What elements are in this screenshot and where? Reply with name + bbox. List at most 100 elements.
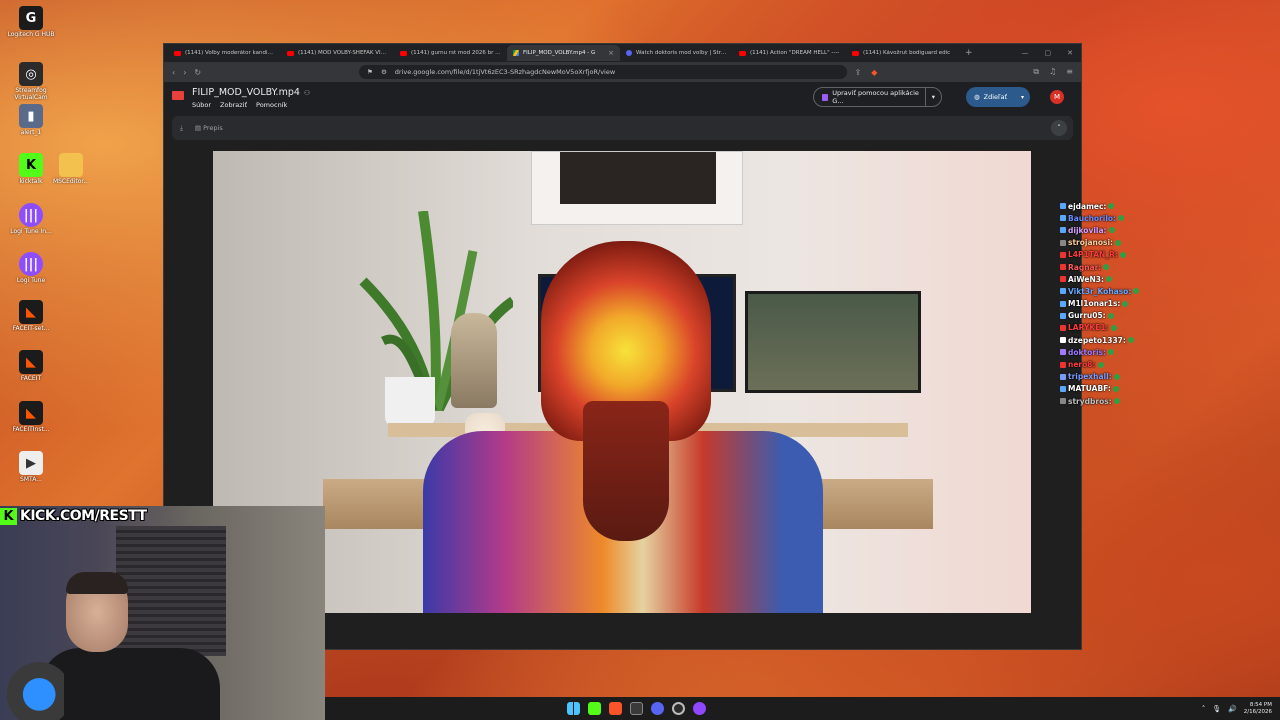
desktop-icon-msceditor[interactable]: MSCEditor... bbox=[40, 153, 102, 186]
chevron-down-icon[interactable]: ▾ bbox=[924, 88, 941, 106]
download-icon[interactable]: ⤓ bbox=[180, 124, 183, 133]
emote-icon bbox=[1108, 227, 1115, 234]
desktop-icon-logi-tune[interactable]: ||| Logi Tune bbox=[0, 252, 62, 285]
brave-taskbar-icon[interactable] bbox=[609, 702, 622, 715]
chat-username[interactable]: LARYKE1: bbox=[1068, 323, 1109, 332]
chat-message: Ragnar: bbox=[1060, 261, 1240, 273]
kick-taskbar-icon[interactable] bbox=[588, 702, 601, 715]
chat-username[interactable]: dijkovila: bbox=[1068, 226, 1107, 235]
chat-badge-icon bbox=[1060, 276, 1066, 283]
twitch-taskbar-icon[interactable] bbox=[693, 702, 706, 715]
extensions-icon[interactable]: ⧉ bbox=[1033, 67, 1039, 77]
youtube-icon bbox=[400, 50, 407, 56]
url-field[interactable]: ⚑ ⚙ drive.google.com/file/d/1tjVt6zEC3-S… bbox=[359, 65, 847, 79]
desktop-icon-smta[interactable]: ▶ SMTA... bbox=[0, 451, 62, 484]
menu-icon[interactable]: ≡ bbox=[1066, 67, 1073, 77]
faceit-icon: ◣ bbox=[19, 300, 43, 324]
tab-volby-moderator[interactable]: (1141) Volby moderátor kandidát bbox=[168, 45, 281, 61]
tab-mod-volby-shefak[interactable]: (1141) MOD VOLBY-SHEFAK VIDEI bbox=[281, 45, 394, 61]
forward-icon[interactable]: › bbox=[183, 68, 186, 77]
emote-icon bbox=[1110, 324, 1117, 331]
chevron-down-icon[interactable]: ▾ bbox=[1021, 94, 1030, 101]
chat-badge-icon bbox=[1060, 324, 1066, 331]
chat-message: dzepeto1337: bbox=[1060, 334, 1240, 346]
streamer bbox=[40, 572, 220, 720]
chat-username[interactable]: MATUABF: bbox=[1068, 384, 1111, 393]
minimize-icon[interactable]: — bbox=[1022, 49, 1029, 57]
taskbar-apps bbox=[567, 702, 706, 715]
avatar[interactable]: M bbox=[1050, 90, 1064, 104]
chat-message: nero8: bbox=[1060, 358, 1240, 370]
chat-username[interactable]: Ragnar: bbox=[1068, 263, 1101, 272]
chat-message: MATUABF: bbox=[1060, 383, 1240, 395]
microphone-icon[interactable]: 🎙 bbox=[1212, 705, 1221, 713]
chat-username[interactable]: tripexhall: bbox=[1068, 372, 1112, 381]
chat-username[interactable]: AiWeN3: bbox=[1068, 275, 1104, 284]
bookmark-icon[interactable]: ⚑ bbox=[367, 68, 373, 76]
transcript-button[interactable]: ▤ Prepis bbox=[195, 124, 223, 132]
tab-gurnu-rst[interactable]: (1141) gurnu rst mod 2026 br - Yo bbox=[394, 45, 507, 61]
desktop-icon-faceit-setup[interactable]: ◣ FACEIT-set... bbox=[0, 300, 62, 333]
chat-username[interactable]: Gurru05: bbox=[1068, 311, 1106, 320]
media-icon[interactable]: ♫ bbox=[1049, 67, 1056, 77]
chat-username[interactable]: nero8: bbox=[1068, 360, 1096, 369]
tab-kavozrut[interactable]: (1141) Kávožrut bodiguard edic bbox=[846, 45, 959, 61]
site-info-icon[interactable]: ⚙ bbox=[381, 68, 387, 76]
windows-start-icon[interactable] bbox=[567, 702, 580, 715]
chat-username[interactable]: doktoris: bbox=[1068, 348, 1106, 357]
address-bar: ‹ › ↻ ⚑ ⚙ drive.google.com/file/d/1tjVt6… bbox=[164, 62, 1081, 82]
reload-icon[interactable]: ↻ bbox=[194, 68, 201, 77]
desktop-icon-faceit-install[interactable]: ◣ FACEITInst... bbox=[0, 401, 62, 434]
chat-message: strojanosi: bbox=[1060, 237, 1240, 249]
chevron-up-icon[interactable]: ˄ bbox=[1051, 120, 1067, 136]
mascot-icon bbox=[2, 656, 64, 720]
youtube-icon bbox=[174, 50, 181, 56]
chat-username[interactable]: dzepeto1337: bbox=[1068, 336, 1126, 345]
close-tab-icon[interactable]: × bbox=[608, 49, 614, 57]
tab-bar: (1141) Volby moderátor kandidát (1141) M… bbox=[164, 44, 1081, 62]
share-page-icon[interactable]: ⇪ bbox=[855, 68, 862, 77]
app-icon bbox=[822, 93, 829, 101]
speaker-icon[interactable]: 🔊 bbox=[1228, 705, 1237, 713]
chat-username[interactable]: Vikt3r_Kohaso: bbox=[1068, 287, 1131, 296]
tab-watch-doktoris[interactable]: Watch doktoris mod volby | Strea bbox=[620, 45, 733, 61]
close-window-icon[interactable]: ✕ bbox=[1067, 49, 1073, 57]
chat-badge-icon bbox=[1060, 227, 1066, 234]
clock[interactable]: 8:54 PM 2/16/2026 bbox=[1244, 702, 1272, 716]
obs-taskbar-icon[interactable] bbox=[672, 702, 685, 715]
brave-shield-icon[interactable]: ◆ bbox=[871, 68, 877, 77]
shared-icon[interactable]: ⚇ bbox=[304, 89, 310, 97]
tab-filip-mod-volby[interactable]: FILIP_MOD_VOLBY.mp4 - G × bbox=[507, 45, 620, 61]
share-button[interactable]: ◍ Zdieľať ▾ bbox=[966, 87, 1030, 107]
app-taskbar-icon[interactable] bbox=[630, 702, 643, 715]
chat-username[interactable]: Bauchorilo: bbox=[1068, 214, 1116, 223]
edit-with-app-button[interactable]: Upraviť pomocou aplikácie G... ▾ bbox=[813, 87, 942, 107]
chat-message: L4P1TAN_R: bbox=[1060, 249, 1240, 261]
desktop-icon-g-hub[interactable]: G Logitech G HUB bbox=[0, 6, 62, 39]
chevron-up-icon[interactable]: ˄ bbox=[1202, 705, 1206, 713]
chat-username[interactable]: strydbros: bbox=[1068, 397, 1112, 406]
discord-taskbar-icon[interactable] bbox=[651, 702, 664, 715]
new-tab-button[interactable]: + bbox=[965, 48, 973, 58]
desktop-icon-alert[interactable]: ▮ alert_1 bbox=[0, 104, 62, 137]
chat-username[interactable]: ejdamec: bbox=[1068, 202, 1106, 211]
emote-icon bbox=[1105, 276, 1112, 283]
chat-username[interactable]: M1l1onar1s: bbox=[1068, 299, 1120, 308]
tab-dream-hell[interactable]: (1141) Action "DREAM HELL" ---- bbox=[733, 45, 846, 61]
chat-username[interactable]: strojanosi: bbox=[1068, 238, 1113, 247]
video-player[interactable] bbox=[213, 151, 1031, 613]
chat-username[interactable]: L4P1TAN_R: bbox=[1068, 250, 1118, 259]
desktop-icon-streamfog[interactable]: ◎ Streamfog VirtualCam bbox=[0, 62, 62, 101]
chat-badge-icon bbox=[1060, 398, 1066, 405]
desktop-icon-faceit[interactable]: ◣ FACEIT bbox=[0, 350, 62, 383]
back-icon[interactable]: ‹ bbox=[172, 68, 175, 77]
chat-message: Vikt3r_Kohaso: bbox=[1060, 285, 1240, 297]
menu-file[interactable]: Súbor bbox=[192, 101, 211, 109]
maximize-icon[interactable]: ▢ bbox=[1045, 49, 1052, 57]
chat-message: LARYKE1: bbox=[1060, 322, 1240, 334]
menu-view[interactable]: Zobraziť bbox=[220, 101, 247, 109]
chat-badge-icon bbox=[1060, 251, 1066, 258]
menu-help[interactable]: Pomocník bbox=[256, 101, 287, 109]
kick-logo-icon: K bbox=[0, 507, 17, 525]
desktop-icon-logi-tune-in[interactable]: ||| Logi Tune In... bbox=[0, 203, 62, 236]
